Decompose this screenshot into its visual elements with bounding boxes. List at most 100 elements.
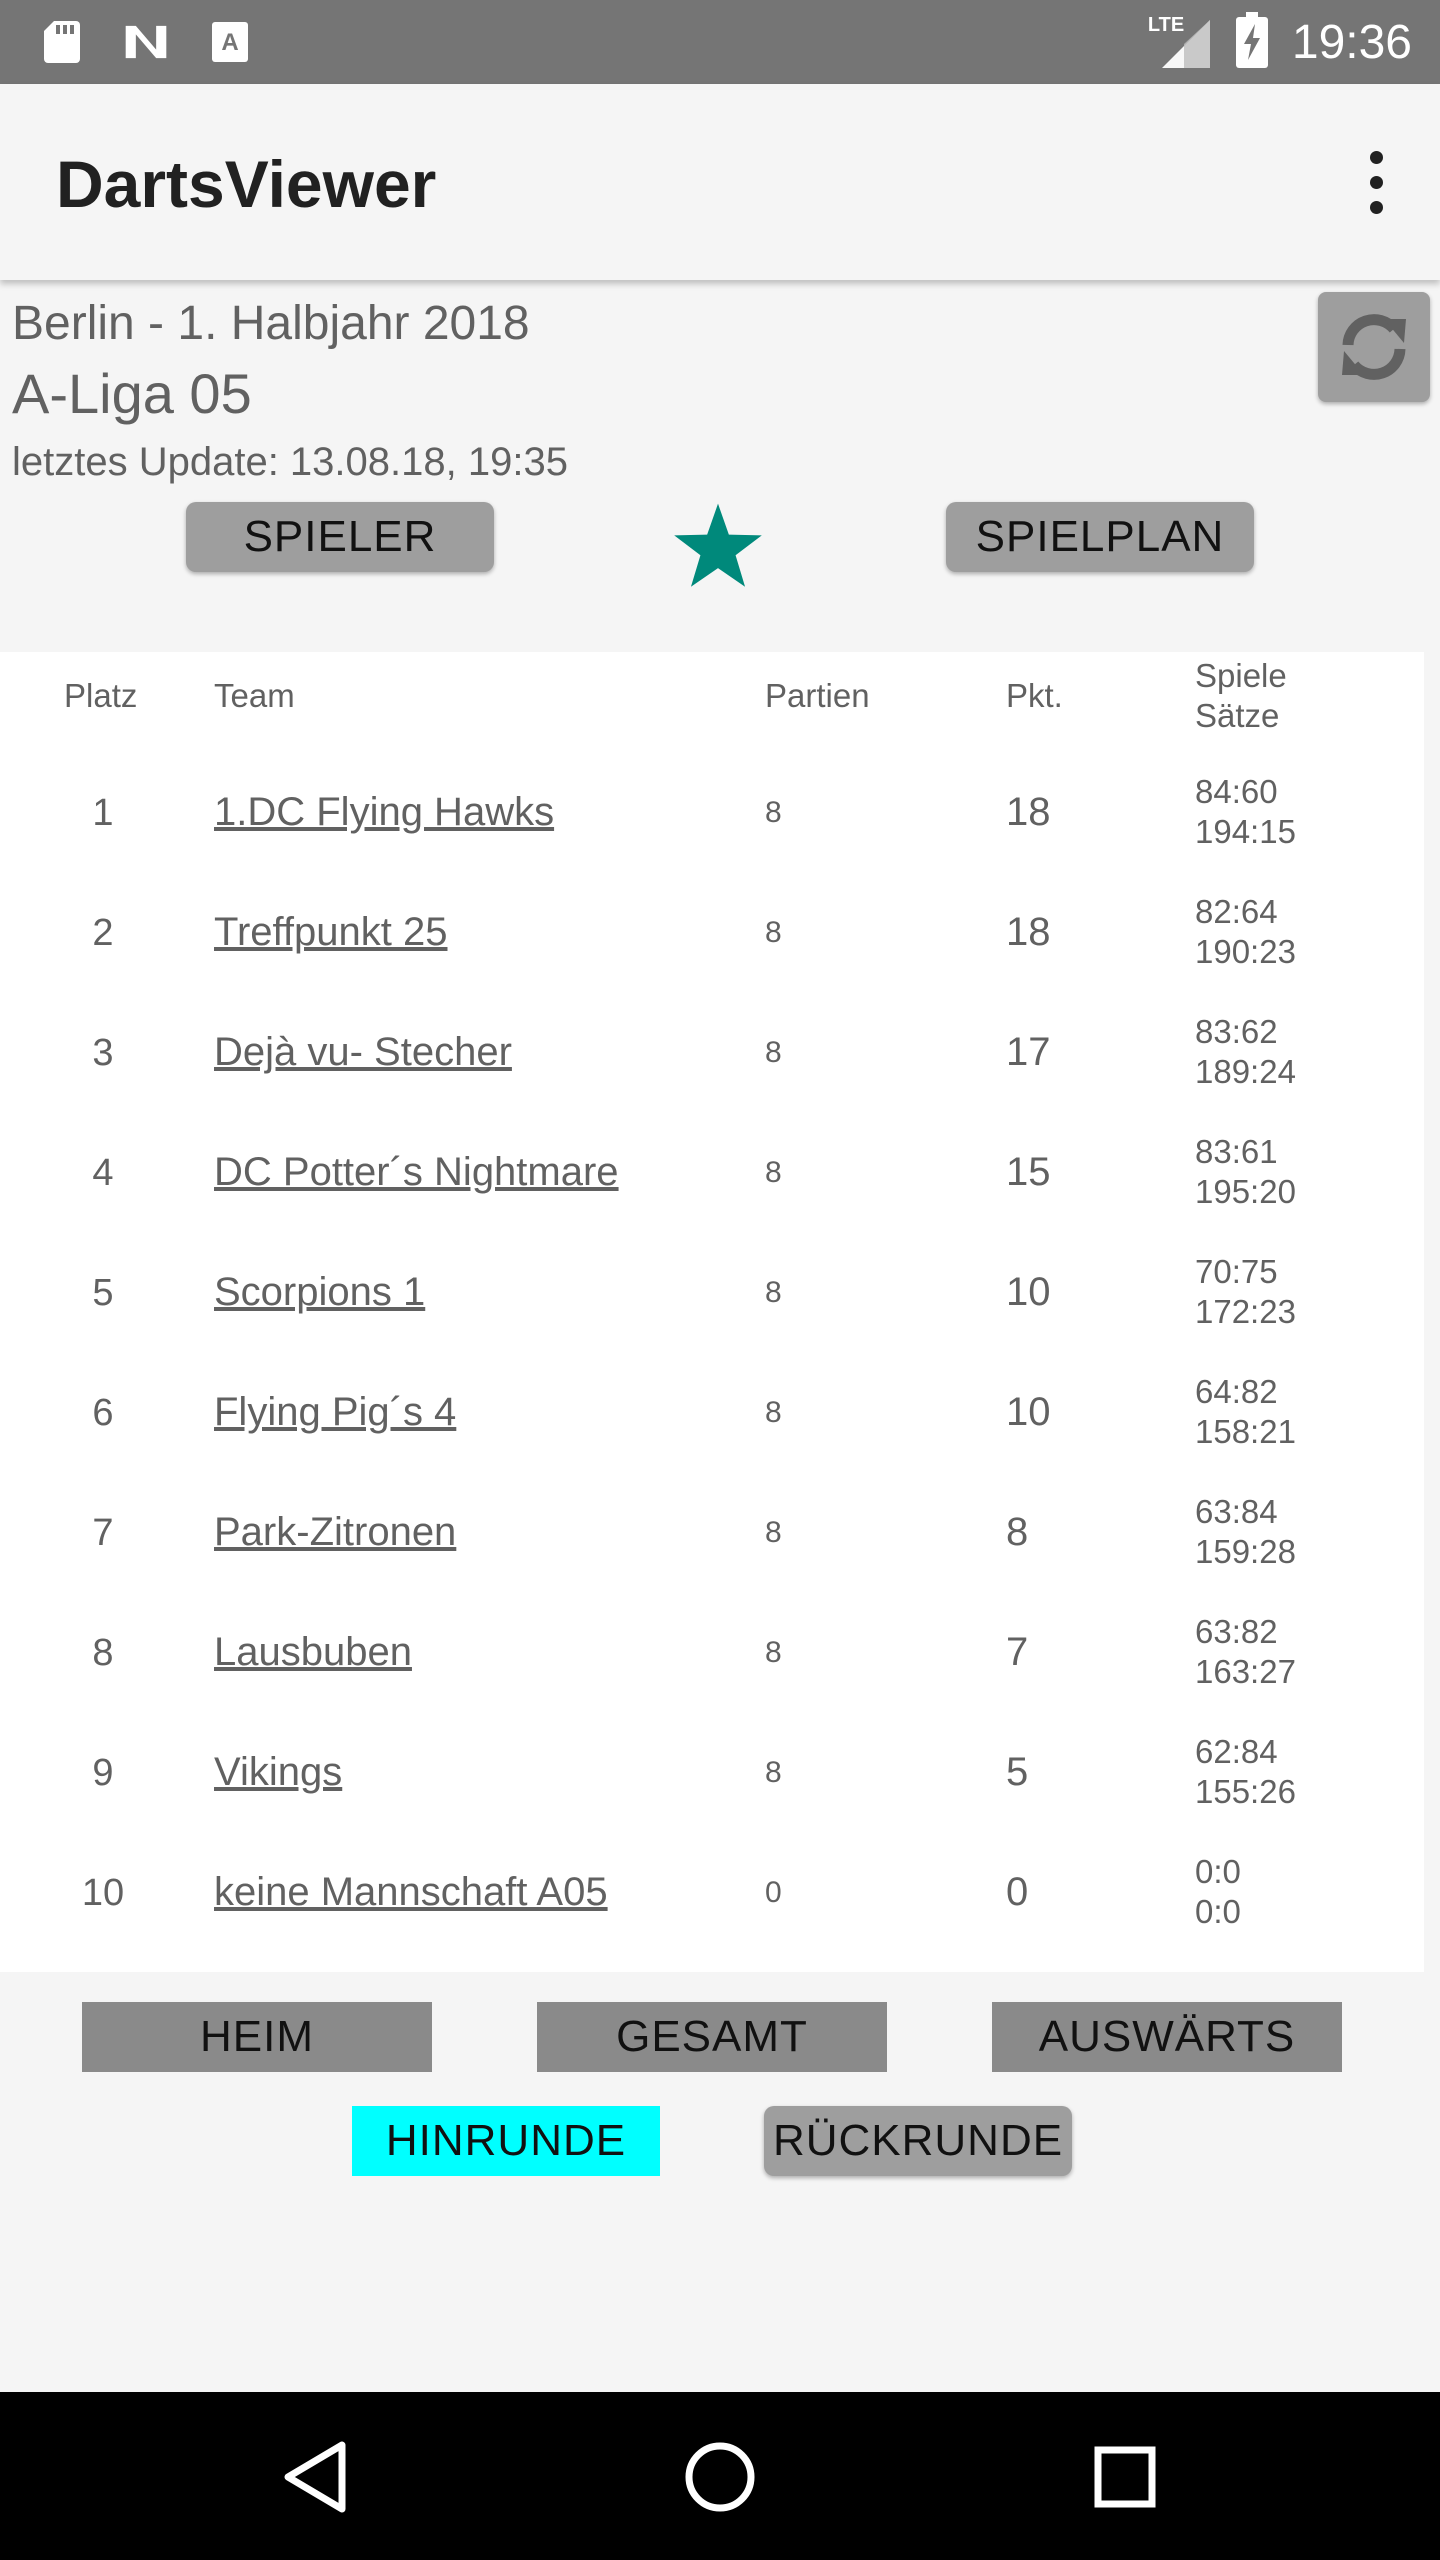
games-cell: 8 (765, 1396, 782, 1429)
rank-cell: 1 (92, 792, 114, 834)
system-status: LTE 19:36 (1148, 10, 1412, 74)
stats-cell: 70:75 172:23 (1195, 1252, 1296, 1332)
home-filter-button[interactable]: HEIM (82, 2002, 432, 2072)
home-circle-icon[interactable] (675, 2432, 765, 2522)
stats-cell: 63:84 159:28 (1195, 1492, 1296, 1572)
header-stats-games: Spiele (1195, 657, 1287, 694)
recents-square-icon[interactable] (1080, 2432, 1170, 2522)
rank-cell: 10 (81, 1872, 125, 1914)
refresh-button[interactable] (1318, 292, 1430, 402)
signal-icon: LTE (1148, 14, 1212, 70)
favorite-star-icon[interactable] (672, 500, 764, 592)
team-link[interactable]: Treffpunkt 25 (214, 910, 447, 955)
games-cell: 8 (765, 1276, 782, 1309)
svg-text:A: A (221, 29, 238, 56)
team-link[interactable]: DC Potter´s Nightmare (214, 1150, 619, 1195)
table-row: 9 Vikings 8 5 62:84 155:26 (0, 1714, 1424, 1834)
team-link[interactable]: Scorpions 1 (214, 1270, 425, 1315)
schedule-button[interactable]: SPIELPLAN (946, 502, 1254, 572)
notification-icons: A (40, 18, 252, 66)
games-ratio: 83:62 (1195, 1013, 1278, 1050)
second-half-button[interactable]: RÜCKRUNDE (764, 2106, 1072, 2176)
games-cell: 8 (765, 1036, 782, 1069)
sets-ratio: 0:0 (1195, 1893, 1241, 1930)
table-row: 2 Treffpunkt 25 8 18 82:64 190:23 (0, 874, 1424, 994)
games-ratio: 62:84 (1195, 1733, 1278, 1770)
rank-cell: 2 (92, 912, 114, 954)
points-cell: 0 (1006, 1870, 1029, 1914)
away-filter-button[interactable]: AUSWÄRTS (992, 2002, 1342, 2072)
points-cell: 8 (1006, 1510, 1029, 1554)
a-notification-icon: A (208, 20, 252, 64)
table-row: 6 Flying Pig´s 4 8 10 64:82 158:21 (0, 1354, 1424, 1474)
table-row: 1 1.DC Flying Hawks 8 18 84:60 194:15 (0, 754, 1424, 874)
team-link[interactable]: Flying Pig´s 4 (214, 1390, 456, 1435)
stats-cell: 64:82 158:21 (1195, 1372, 1296, 1452)
rank-cell: 5 (92, 1272, 114, 1314)
table-row: 8 Lausbuben 8 7 63:82 163:27 (0, 1594, 1424, 1714)
sets-ratio: 155:26 (1195, 1773, 1296, 1810)
team-link[interactable]: Vikings (214, 1750, 342, 1795)
team-link[interactable]: 1.DC Flying Hawks (214, 790, 554, 835)
app-title: DartsViewer (56, 147, 437, 221)
points-cell: 17 (1006, 1030, 1051, 1074)
points-cell: 18 (1006, 790, 1051, 834)
points-cell: 10 (1006, 1270, 1051, 1314)
stats-cell: 63:82 163:27 (1195, 1612, 1296, 1692)
stats-cell: 62:84 155:26 (1195, 1732, 1296, 1812)
games-ratio: 63:82 (1195, 1613, 1278, 1650)
rank-cell: 3 (92, 1032, 114, 1074)
back-triangle-icon[interactable] (270, 2432, 360, 2522)
last-update-label: letztes Update: 13.08.18, 19:35 (12, 440, 568, 484)
league-info: Berlin - 1. Halbjahr 2018 A-Liga 05 letz… (12, 296, 568, 488)
team-link[interactable]: Lausbuben (214, 1630, 412, 1675)
n-notification-icon (124, 20, 168, 64)
rank-cell: 9 (92, 1752, 114, 1794)
table-row: 3 Dejà vu- Stecher 8 17 83:62 189:24 (0, 994, 1424, 1114)
points-cell: 7 (1006, 1630, 1029, 1674)
games-cell: 8 (765, 796, 782, 829)
rank-cell: 4 (92, 1152, 114, 1194)
stats-cell: 82:64 190:23 (1195, 892, 1296, 972)
rank-cell: 7 (92, 1512, 114, 1554)
sets-ratio: 195:20 (1195, 1173, 1296, 1210)
status-bar: A LTE 19:36 (0, 0, 1440, 84)
players-button[interactable]: SPIELER (186, 502, 494, 572)
header-points: Pkt. (1006, 677, 1063, 714)
sets-ratio: 189:24 (1195, 1053, 1296, 1090)
header-stats-sets: Sätze (1195, 697, 1280, 734)
rank-cell: 8 (92, 1632, 114, 1674)
header-team: Team (214, 677, 295, 714)
games-cell: 0 (765, 1876, 782, 1909)
stats-cell: 84:60 194:15 (1195, 772, 1296, 852)
navigation-bar (0, 2392, 1440, 2560)
games-ratio: 64:82 (1195, 1373, 1278, 1410)
table-row: 7 Park-Zitronen 8 8 63:84 159:28 (0, 1474, 1424, 1594)
points-cell: 18 (1006, 910, 1051, 954)
games-ratio: 82:64 (1195, 893, 1278, 930)
games-cell: 8 (765, 1636, 782, 1669)
clock: 19:36 (1291, 15, 1412, 69)
team-link[interactable]: keine Mannschaft A05 (214, 1870, 608, 1915)
stats-cell: 83:61 195:20 (1195, 1132, 1296, 1212)
stats-cell: 0:0 0:0 (1195, 1852, 1241, 1932)
standings-table: Platz Team Partien Pkt. Spiele Sätze 1 1… (0, 652, 1424, 1972)
overflow-menu-icon[interactable] (1348, 138, 1404, 226)
sets-ratio: 194:15 (1195, 813, 1296, 850)
sets-ratio: 159:28 (1195, 1533, 1296, 1570)
rank-cell: 6 (92, 1392, 114, 1434)
total-filter-button[interactable]: GESAMT (537, 2002, 887, 2072)
team-link[interactable]: Dejà vu- Stecher (214, 1030, 512, 1075)
header-games: Partien (765, 677, 870, 714)
sets-ratio: 172:23 (1195, 1293, 1296, 1330)
games-ratio: 84:60 (1195, 773, 1278, 810)
first-half-button[interactable]: HINRUNDE (352, 2106, 660, 2176)
header-rank: Platz (64, 677, 138, 714)
sets-ratio: 190:23 (1195, 933, 1296, 970)
games-cell: 8 (765, 1516, 782, 1549)
app-bar: DartsViewer (0, 84, 1440, 280)
refresh-icon (1342, 314, 1406, 380)
team-link[interactable]: Park-Zitronen (214, 1510, 456, 1555)
sets-ratio: 158:21 (1195, 1413, 1296, 1450)
games-cell: 8 (765, 916, 782, 949)
